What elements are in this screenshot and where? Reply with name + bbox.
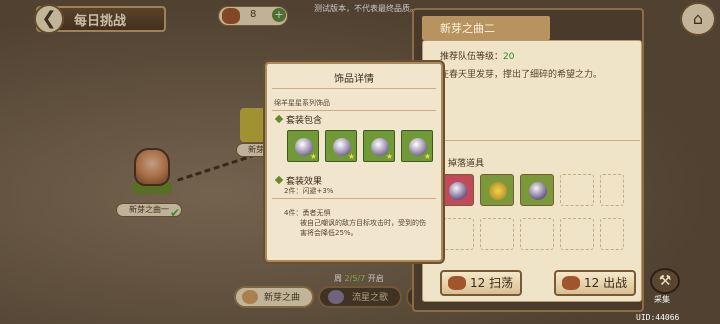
drop-slot[interactable] bbox=[520, 174, 554, 206]
popup-series: 绵羊星星系列饰品 bbox=[274, 99, 330, 107]
drop-slot-empty bbox=[600, 218, 624, 250]
divider bbox=[272, 88, 436, 89]
recommended-level: 推荐队伍等级：20 bbox=[440, 49, 514, 62]
divider bbox=[430, 140, 640, 141]
drop-slot-empty bbox=[440, 218, 474, 250]
game-screen: 新芽之曲一 ✔ 新芽 ❮ 每日挑战 8 + 测试版本，不代表最终品质。 ⌂ 周 … bbox=[0, 0, 720, 324]
drop-slot-empty bbox=[600, 174, 624, 206]
drop-slot-empty bbox=[480, 218, 514, 250]
set-effect-4-title: 4件：勇者无惧 bbox=[284, 209, 331, 217]
set-effect-4-desc: 被自己嘲讽的敌方目标攻击时，受到的伤害将会降低25%。 bbox=[300, 219, 426, 237]
pickaxe-icon[interactable]: ⚒ bbox=[650, 268, 680, 294]
drop-item-icon bbox=[529, 182, 547, 200]
bread-icon bbox=[562, 276, 580, 290]
star-icon: ★ bbox=[347, 152, 355, 161]
drop-item-icon bbox=[449, 182, 467, 200]
collect-label[interactable]: 采集 bbox=[654, 294, 670, 305]
star-icon: ★ bbox=[309, 152, 317, 161]
drop-slot-empty bbox=[520, 218, 554, 250]
uid-label: UID:44066 bbox=[636, 313, 680, 322]
stage-title: 新芽之曲二 bbox=[440, 22, 495, 35]
accessory-item[interactable]: ★ bbox=[287, 130, 319, 162]
set-contents-title: 套装包含 bbox=[286, 116, 323, 126]
stage-description: 在春天里发芽，撑出了细碎的希望之力。 bbox=[440, 70, 603, 80]
drops-grid bbox=[440, 174, 628, 254]
star-icon: ★ bbox=[423, 152, 431, 161]
drop-slot[interactable] bbox=[480, 174, 514, 206]
drop-slot-empty bbox=[560, 218, 594, 250]
accessory-item[interactable]: ★ bbox=[363, 130, 395, 162]
divider bbox=[272, 198, 436, 199]
accessory-item[interactable]: ★ bbox=[401, 130, 433, 162]
star-icon: ★ bbox=[385, 152, 393, 161]
drop-slot-empty bbox=[560, 174, 594, 206]
drop-slot[interactable] bbox=[440, 174, 474, 206]
drop-item-icon bbox=[489, 182, 507, 200]
bread-icon bbox=[448, 276, 466, 290]
divider bbox=[272, 110, 436, 111]
drops-title: 掉落道具 bbox=[448, 159, 485, 169]
level-label: 推荐队伍等级： bbox=[440, 52, 504, 62]
level-value: 20 bbox=[503, 52, 515, 62]
set-effect-2: 2件：闪避+3% bbox=[284, 187, 334, 195]
accessory-item[interactable]: ★ bbox=[325, 130, 357, 162]
popup-title: 饰品详情 bbox=[334, 74, 374, 85]
